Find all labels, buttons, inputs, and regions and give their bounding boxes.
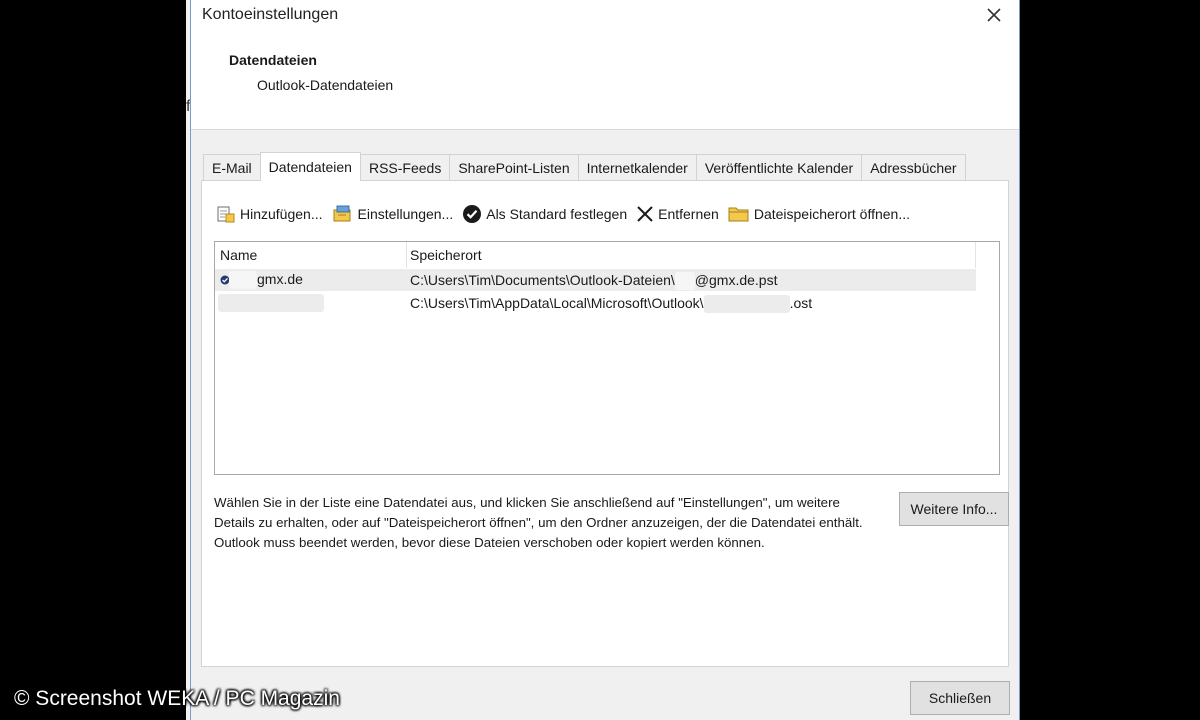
column-divider[interactable]: [406, 242, 407, 268]
more-info-button[interactable]: Weitere Info...: [899, 492, 1009, 526]
remove-button-label: Entfernen: [658, 206, 719, 222]
location-suffix: .ost: [789, 295, 813, 311]
open-location-button-label: Dateispeicherort öffnen...: [753, 206, 910, 222]
redacted-text: [703, 295, 790, 314]
column-header-location[interactable]: Speicherort: [410, 247, 482, 263]
tab-published-calendars[interactable]: Veröffentlichte Kalender: [695, 154, 863, 181]
table-row[interactable]: gmx.de C:\Users\Tim\Documents\Outlook-Da…: [215, 269, 976, 291]
table-row[interactable]: C:\Users\Tim\AppData\Local\Microsoft\Out…: [215, 292, 976, 314]
datafile-settings-icon: [333, 205, 350, 222]
set-default-button[interactable]: Als Standard festlegen: [462, 204, 627, 224]
title-bar: Kontoeinstellungen: [191, 0, 1019, 32]
location-cell: C:\Users\Tim\AppData\Local\Microsoft\Out…: [410, 295, 813, 314]
header-subtitle: Outlook-Datendateien: [257, 77, 394, 93]
tab-email[interactable]: E-Mail: [203, 154, 261, 181]
name-cell: gmx.de: [229, 271, 303, 290]
tab-sharepoint-lists[interactable]: SharePoint-Listen: [449, 154, 579, 181]
tab-data-files[interactable]: Datendateien: [259, 152, 361, 181]
remove-button[interactable]: Entfernen: [636, 205, 719, 223]
location-cell: C:\Users\Tim\Documents\Outlook-Dateien\ @…: [410, 272, 778, 291]
window-title: Kontoeinstellungen: [202, 6, 339, 23]
data-files-panel: Hinzufügen... Einstellungen... Als Stand…: [201, 180, 1009, 667]
x-icon: [637, 206, 653, 222]
column-divider[interactable]: [975, 242, 976, 268]
location-suffix: @gmx.de.pst: [694, 272, 778, 288]
settings-button-label: Einstellungen...: [357, 206, 454, 222]
dialog-header: Datendateien Outlook-Datendateien: [191, 32, 1019, 130]
open-location-button[interactable]: Dateispeicherort öffnen...: [728, 205, 910, 223]
settings-button[interactable]: Einstellungen...: [332, 204, 454, 224]
checkmark-circle-icon: [463, 205, 482, 223]
name-cell: [218, 294, 324, 313]
account-settings-dialog: Kontoeinstellungen Datendateien Outlook-…: [190, 0, 1020, 720]
column-header-name[interactable]: Name: [220, 247, 257, 263]
add-button[interactable]: Hinzufügen...: [216, 204, 323, 224]
header-title: Datendateien: [229, 52, 317, 68]
datafile-name: gmx.de: [257, 271, 303, 287]
tab-internet-calendars[interactable]: Internetkalender: [577, 154, 697, 181]
close-button[interactable]: [979, 0, 1009, 30]
copyright-watermark: © Screenshot WEKA / PC Magazin: [14, 687, 340, 710]
data-files-list[interactable]: Name Speicherort gmx.de C:\Users\Tim\Doc…: [214, 241, 1000, 475]
close-icon: [987, 8, 1001, 22]
location-prefix: C:\Users\Tim\Documents\Outlook-Dateien\: [410, 272, 675, 288]
add-datafile-icon: [217, 206, 235, 223]
redacted-text: [229, 271, 257, 290]
redacted-text: [218, 294, 324, 313]
toolbar: Hinzufügen... Einstellungen... Als Stand…: [216, 203, 919, 225]
tab-strip: E-Mail Datendateien RSS-Feeds SharePoint…: [203, 152, 966, 181]
folder-icon: [728, 207, 749, 222]
tab-rss-feeds[interactable]: RSS-Feeds: [359, 154, 451, 181]
redacted-text: [674, 272, 695, 291]
description-text: Wählen Sie in der Liste eine Datendatei …: [214, 495, 863, 550]
add-button-label: Hinzufügen...: [240, 206, 323, 222]
tab-address-books[interactable]: Adressbücher: [861, 154, 966, 181]
set-default-button-label: Als Standard festlegen: [486, 206, 628, 222]
list-header: Name Speicherort: [215, 242, 999, 268]
location-prefix: C:\Users\Tim\AppData\Local\Microsoft\Out…: [410, 295, 704, 311]
close-dialog-button[interactable]: Schließen: [910, 681, 1010, 715]
